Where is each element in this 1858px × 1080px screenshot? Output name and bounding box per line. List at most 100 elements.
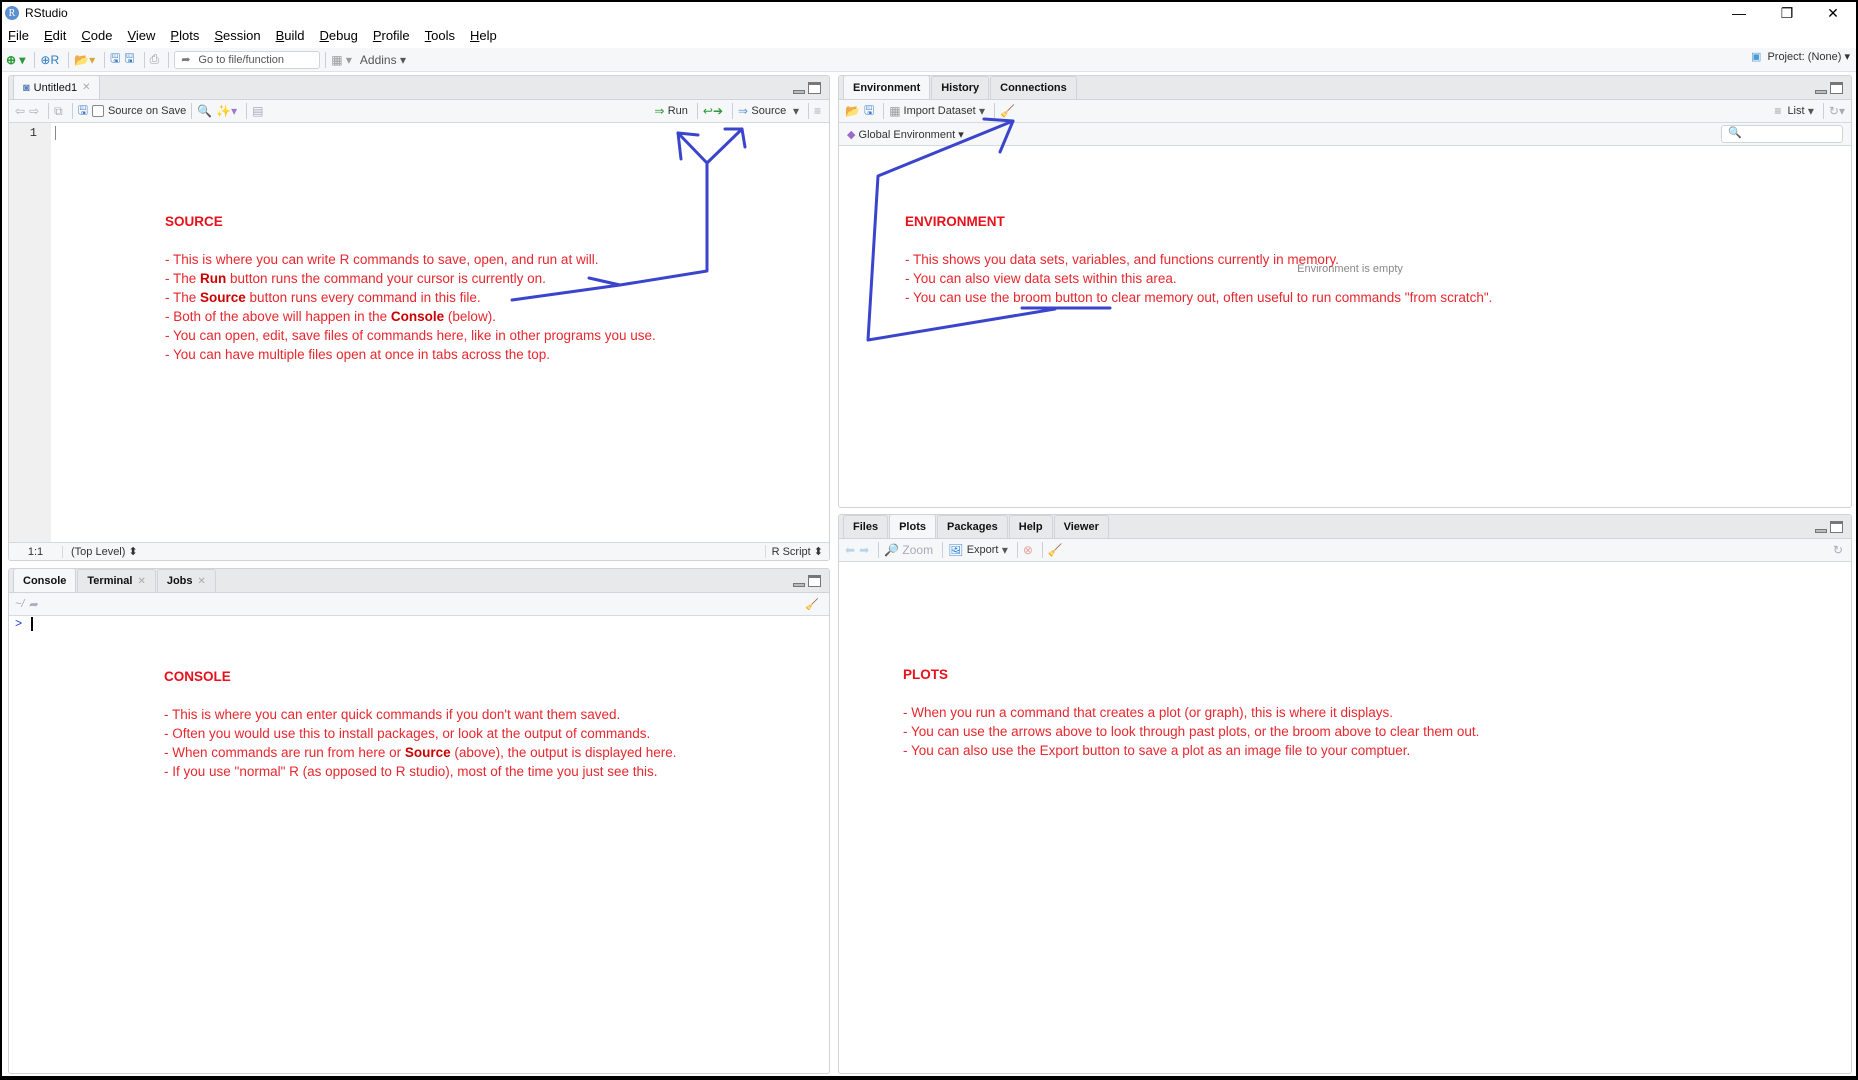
close-tab-icon[interactable]: ✕ bbox=[137, 576, 145, 587]
menu-tools[interactable]: Tools bbox=[425, 28, 455, 43]
clear-plots-broom-icon[interactable]: 🧹 bbox=[1048, 541, 1063, 559]
toolbar-separator bbox=[1822, 103, 1824, 119]
menu-help[interactable]: Help bbox=[470, 28, 497, 43]
tab-plots[interactable]: Plots bbox=[889, 515, 936, 538]
maximize-pane-icon[interactable] bbox=[808, 82, 821, 94]
next-plot-icon[interactable]: ➡ bbox=[859, 541, 869, 559]
close-tab-icon[interactable]: ✕ bbox=[82, 82, 90, 93]
annotation-text: (above), the output is displayed here. bbox=[450, 745, 677, 760]
tab-help[interactable]: Help bbox=[1008, 515, 1053, 538]
import-dataset-button[interactable]: ▦ Import Dataset ▾ bbox=[889, 102, 985, 120]
open-file-icon[interactable]: 📂▾ bbox=[74, 51, 95, 69]
close-tab-icon[interactable]: ✕ bbox=[198, 576, 206, 587]
print-icon[interactable]: ⎙ bbox=[150, 51, 160, 69]
menu-build[interactable]: Build bbox=[276, 28, 305, 43]
toolbar-separator bbox=[807, 103, 809, 119]
file-type-selector[interactable]: R Script ⬍ bbox=[764, 545, 829, 558]
menu-label-rest: ession bbox=[223, 27, 261, 43]
new-file-icon[interactable]: ⊕ ▾ bbox=[6, 51, 25, 69]
load-workspace-icon[interactable]: 📂 bbox=[845, 102, 860, 120]
annotation-line: - This is where you can enter quick comm… bbox=[164, 705, 677, 724]
annotation-line: - Both of the above will happen in the C… bbox=[165, 307, 656, 326]
annotation-text: - Both of the above will happen in the bbox=[165, 309, 391, 324]
addins-button[interactable]: Addins ▾ bbox=[360, 51, 406, 69]
menu-label-rest: uild bbox=[284, 27, 305, 43]
tab-packages[interactable]: Packages bbox=[936, 515, 1008, 538]
annotation-text: - You can have multiple files open at on… bbox=[165, 347, 550, 362]
menu-session[interactable]: Session bbox=[214, 28, 260, 43]
goto-directory-icon[interactable]: ➦ bbox=[28, 598, 37, 611]
menu-edit[interactable]: Edit bbox=[44, 28, 66, 43]
export-button[interactable]: 🖼 Export ▾ bbox=[948, 541, 1008, 559]
save-icon[interactable]: 🖫 bbox=[110, 51, 120, 69]
annotation-line: - You can use the arrows above to look t… bbox=[903, 724, 1480, 739]
clear-workspace-broom-icon[interactable]: 🧹 bbox=[1000, 102, 1015, 120]
menu-profile[interactable]: Profile bbox=[373, 28, 410, 43]
show-in-window-icon[interactable]: ⧉ bbox=[54, 102, 63, 120]
tab-terminal[interactable]: Terminal ✕ bbox=[77, 569, 156, 592]
source-pane-controls bbox=[793, 82, 821, 94]
refresh-icon[interactable]: ↻▾ bbox=[1829, 102, 1845, 120]
menu-accelerator: E bbox=[43, 27, 53, 43]
refresh-icon[interactable]: ↻ bbox=[1833, 541, 1843, 559]
menu-view[interactable]: View bbox=[127, 28, 155, 43]
outline-icon[interactable]: ≡ bbox=[814, 102, 821, 120]
tab-jobs[interactable]: Jobs ✕ bbox=[156, 569, 216, 592]
minimize-pane-icon[interactable] bbox=[793, 583, 805, 587]
minimize-pane-icon[interactable] bbox=[1815, 529, 1827, 533]
tab-viewer[interactable]: Viewer bbox=[1053, 515, 1109, 538]
source-on-save-checkbox[interactable]: Source on Save bbox=[91, 105, 186, 117]
search-icon: 🔍 bbox=[1728, 127, 1742, 139]
goto-file-input[interactable]: ➦ Go to file/function bbox=[174, 50, 321, 69]
menu-code[interactable]: Code bbox=[81, 28, 112, 43]
rerun-icon[interactable]: ↩➔ bbox=[703, 102, 723, 120]
menu-label-rest: elp bbox=[479, 27, 497, 43]
menu-accelerator: C bbox=[81, 27, 91, 43]
run-button[interactable]: ⇒ Run bbox=[654, 102, 688, 120]
tab-history[interactable]: History bbox=[931, 76, 990, 99]
pane-layout-icon[interactable]: ▦ ▾ bbox=[331, 51, 352, 69]
minimize-pane-icon[interactable] bbox=[793, 90, 805, 94]
save-workspace-icon[interactable]: 🖫 bbox=[864, 102, 874, 120]
minimize-pane-icon[interactable] bbox=[1815, 90, 1827, 94]
tab-console[interactable]: Console bbox=[13, 569, 77, 592]
minimize-button[interactable]: — bbox=[1716, 2, 1762, 24]
new-project-icon[interactable]: ⊕R bbox=[40, 51, 59, 69]
maximize-pane-icon[interactable] bbox=[1830, 521, 1843, 533]
find-icon[interactable]: 🔍 bbox=[197, 102, 212, 120]
back-arrow-icon[interactable]: ⇦ bbox=[15, 102, 25, 120]
project-menu[interactable]: ▣ Project: (None) ▾ bbox=[1751, 50, 1850, 64]
menu-accelerator: V bbox=[127, 27, 136, 43]
view-mode-selector[interactable]: ≡ List ▾ bbox=[1774, 102, 1814, 120]
tab-connections[interactable]: Connections bbox=[990, 76, 1077, 99]
previous-plot-icon[interactable]: ⬅ bbox=[845, 541, 855, 559]
tab-files[interactable]: Files bbox=[843, 515, 889, 538]
compile-report-icon[interactable]: ▤ bbox=[252, 102, 263, 120]
forward-arrow-icon[interactable]: ⇨ bbox=[29, 102, 39, 120]
scope-selector[interactable]: (Top Level) ⬍ bbox=[63, 545, 138, 558]
tab-environment[interactable]: Environment bbox=[843, 76, 931, 99]
zoom-button[interactable]: 🔎 Zoom bbox=[884, 541, 933, 559]
maximize-pane-icon[interactable] bbox=[808, 575, 821, 587]
remove-plot-icon[interactable]: ⊗ bbox=[1023, 541, 1033, 559]
menu-file[interactable]: File bbox=[8, 28, 29, 43]
environment-search-input[interactable]: 🔍 bbox=[1721, 125, 1843, 143]
menu-plots[interactable]: Plots bbox=[170, 28, 199, 43]
files-pane-controls bbox=[1815, 521, 1843, 533]
menu-label-rest: iew bbox=[135, 27, 156, 43]
line-gutter: 1 bbox=[9, 123, 51, 542]
menu-debug[interactable]: Debug bbox=[320, 28, 358, 43]
checkbox-box[interactable] bbox=[91, 105, 104, 117]
restore-button[interactable]: ❐ bbox=[1764, 2, 1810, 24]
annotation-line: - You can also view data sets within thi… bbox=[905, 271, 1177, 286]
close-button[interactable]: ✕ bbox=[1810, 2, 1856, 24]
console-pane: Console Terminal ✕ Jobs ✕ ~/ ➦ 🧹 > bbox=[8, 568, 830, 1074]
source-button[interactable]: ⇒ Source ▾ bbox=[738, 102, 799, 120]
save-all-icon[interactable]: 🖫 bbox=[124, 51, 134, 69]
scope-selector[interactable]: ◆ Global Environment ▾ bbox=[847, 128, 964, 141]
code-tools-wand-icon[interactable]: ✨▾ bbox=[216, 102, 237, 120]
clear-console-broom-icon[interactable]: 🧹 bbox=[805, 598, 819, 611]
save-icon[interactable]: 🖫 bbox=[78, 102, 88, 120]
maximize-pane-icon[interactable] bbox=[1830, 82, 1843, 94]
tab-untitled1[interactable]: ◙ Untitled1 ✕ bbox=[13, 76, 101, 99]
